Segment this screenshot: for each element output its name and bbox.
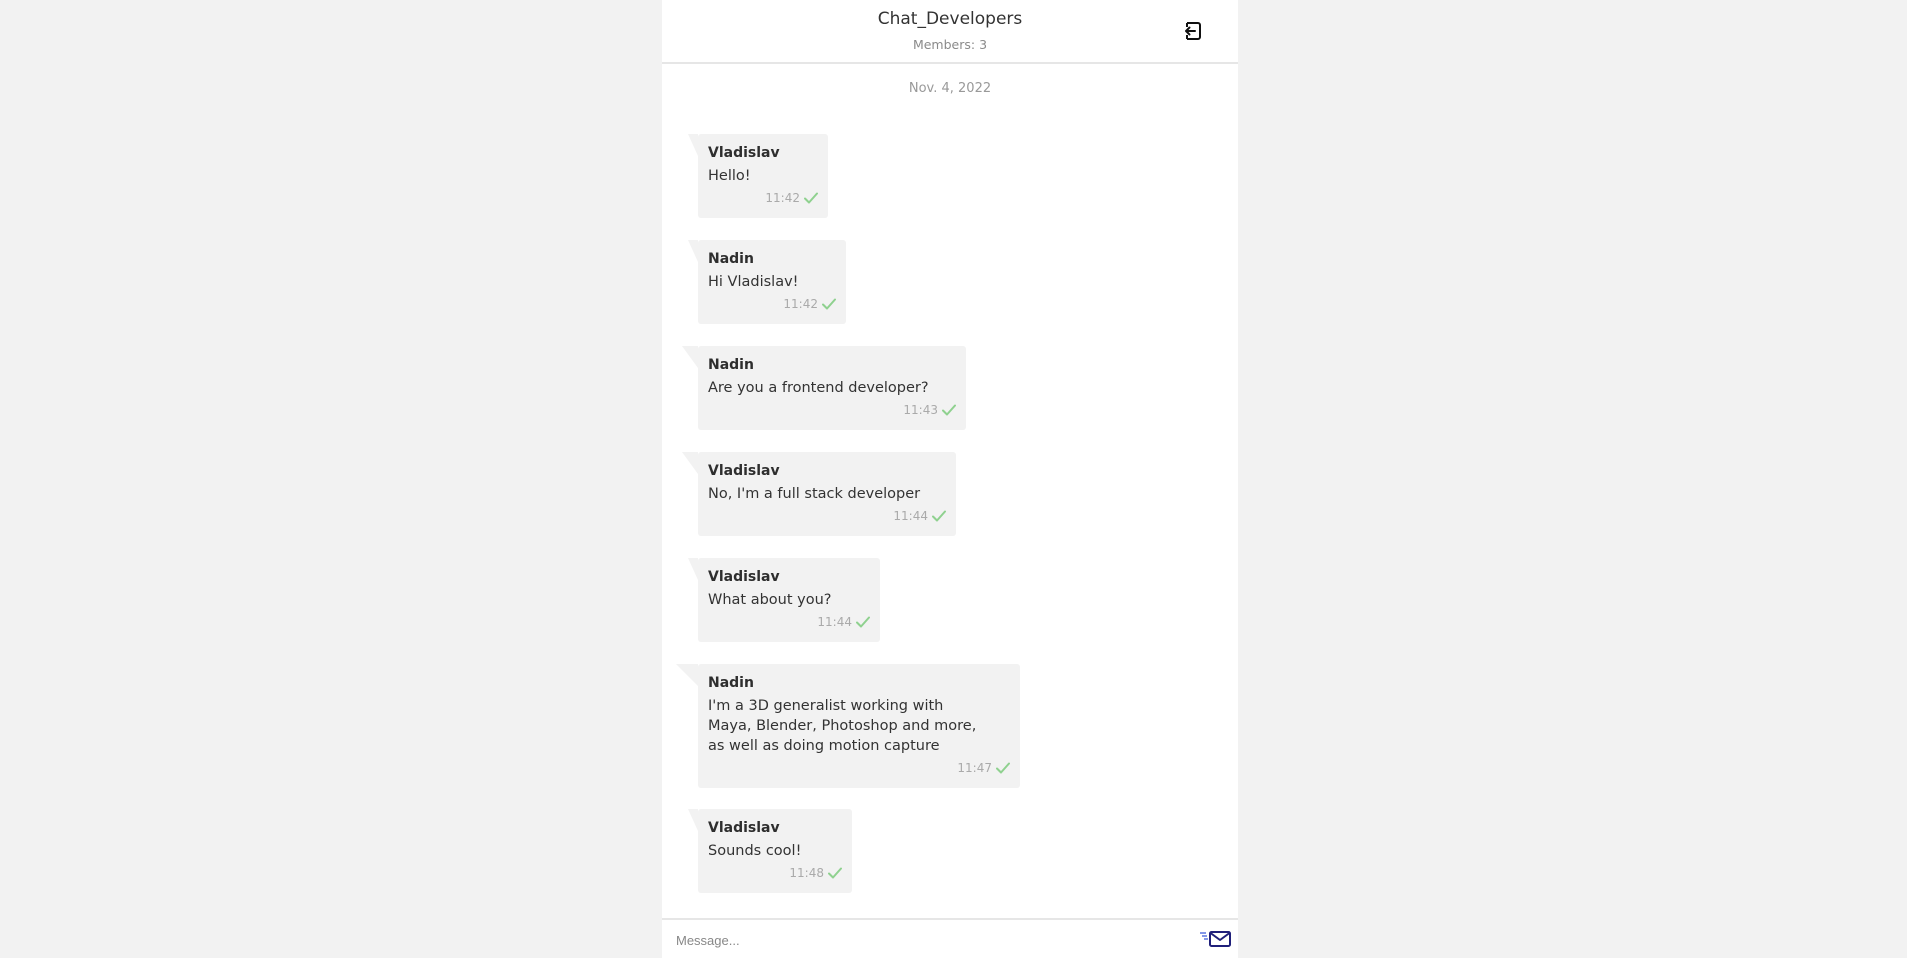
- message-meta: 11:44: [708, 614, 870, 630]
- message-composer: [662, 918, 1238, 958]
- message-sender: Nadin: [708, 675, 754, 691]
- read-check-icon: [828, 867, 842, 879]
- chat-title: Chat_Developers: [877, 9, 1023, 29]
- message-text: Are you a frontend developer?: [708, 380, 929, 396]
- read-check-icon: [822, 298, 836, 310]
- bubble-tail: [688, 134, 698, 156]
- message-sender: Vladislav: [708, 569, 780, 585]
- message-meta: 11:43: [708, 402, 956, 418]
- message-meta: 11:44: [708, 508, 946, 524]
- message-meta: 11:48: [708, 865, 842, 881]
- message-time: 11:48: [789, 866, 824, 880]
- read-check-icon: [996, 762, 1010, 774]
- message-text: Hello!: [708, 168, 751, 184]
- message-meta: 11:42: [708, 296, 836, 312]
- bubble-tail: [682, 452, 698, 474]
- send-mail-icon: [1200, 931, 1231, 947]
- bubble-tail: [688, 809, 698, 831]
- message-sender: Vladislav: [708, 463, 780, 479]
- message-bubble[interactable]: Vladislav What about you? 11:44: [688, 558, 880, 642]
- exit-arrow-icon: [1185, 22, 1201, 40]
- message-text: Hi Vladislav!: [708, 274, 799, 290]
- message-text: Sounds cool!: [708, 843, 802, 859]
- message-list[interactable]: Nov. 4, 2022 Vladislav Hello! 11:42 Nadin Hi…: [662, 64, 1238, 918]
- message-bubble[interactable]: Nadin Are you a frontend developer? 11:43: [682, 346, 966, 430]
- read-check-icon: [942, 404, 956, 416]
- message-meta: 11:47: [708, 760, 1010, 776]
- message-time: 11:47: [957, 761, 992, 775]
- message-bubble[interactable]: Nadin I'm a 3D generalist working with Ma…: [676, 664, 1020, 788]
- message-input[interactable]: [676, 928, 1176, 952]
- message-time: 11:44: [817, 615, 852, 629]
- bubble-tail: [682, 346, 698, 368]
- bubble-tail: [688, 240, 698, 262]
- message-time: 11:42: [765, 191, 800, 205]
- message-sender: Nadin: [708, 357, 754, 373]
- bubble-tail: [688, 558, 698, 580]
- date-separator: Nov. 4, 2022: [908, 81, 992, 96]
- message-sender: Vladislav: [708, 820, 780, 836]
- chat-header: Chat_Developers Members: 3: [662, 0, 1238, 64]
- read-check-icon: [856, 616, 870, 628]
- message-sender: Nadin: [708, 251, 754, 267]
- send-button[interactable]: [1199, 929, 1233, 951]
- members-count: Members: 3: [912, 37, 988, 52]
- bubble-tail: [676, 664, 698, 686]
- message-text: I'm a 3D generalist working with Maya, B…: [708, 698, 977, 754]
- exit-chat-button[interactable]: [1181, 19, 1203, 43]
- message-time: 11:44: [893, 509, 928, 523]
- read-check-icon: [932, 510, 946, 522]
- message-bubble[interactable]: Nadin Hi Vladislav! 11:42: [688, 240, 846, 324]
- read-check-icon: [804, 192, 818, 204]
- chat-panel: Chat_Developers Members: 3 Nov. 4, 2022 …: [662, 0, 1238, 958]
- message-sender: Vladislav: [708, 145, 780, 161]
- message-text: No, I'm a full stack developer: [708, 486, 921, 502]
- message-text: What about you?: [708, 592, 832, 608]
- message-meta: 11:42: [708, 190, 818, 206]
- message-bubble[interactable]: Vladislav No, I'm a full stack developer 1…: [682, 452, 956, 536]
- message-bubble[interactable]: Vladislav Sounds cool! 11:48: [688, 809, 852, 893]
- message-bubble[interactable]: Vladislav Hello! 11:42: [688, 134, 828, 218]
- message-time: 11:43: [903, 403, 938, 417]
- message-time: 11:42: [783, 297, 818, 311]
